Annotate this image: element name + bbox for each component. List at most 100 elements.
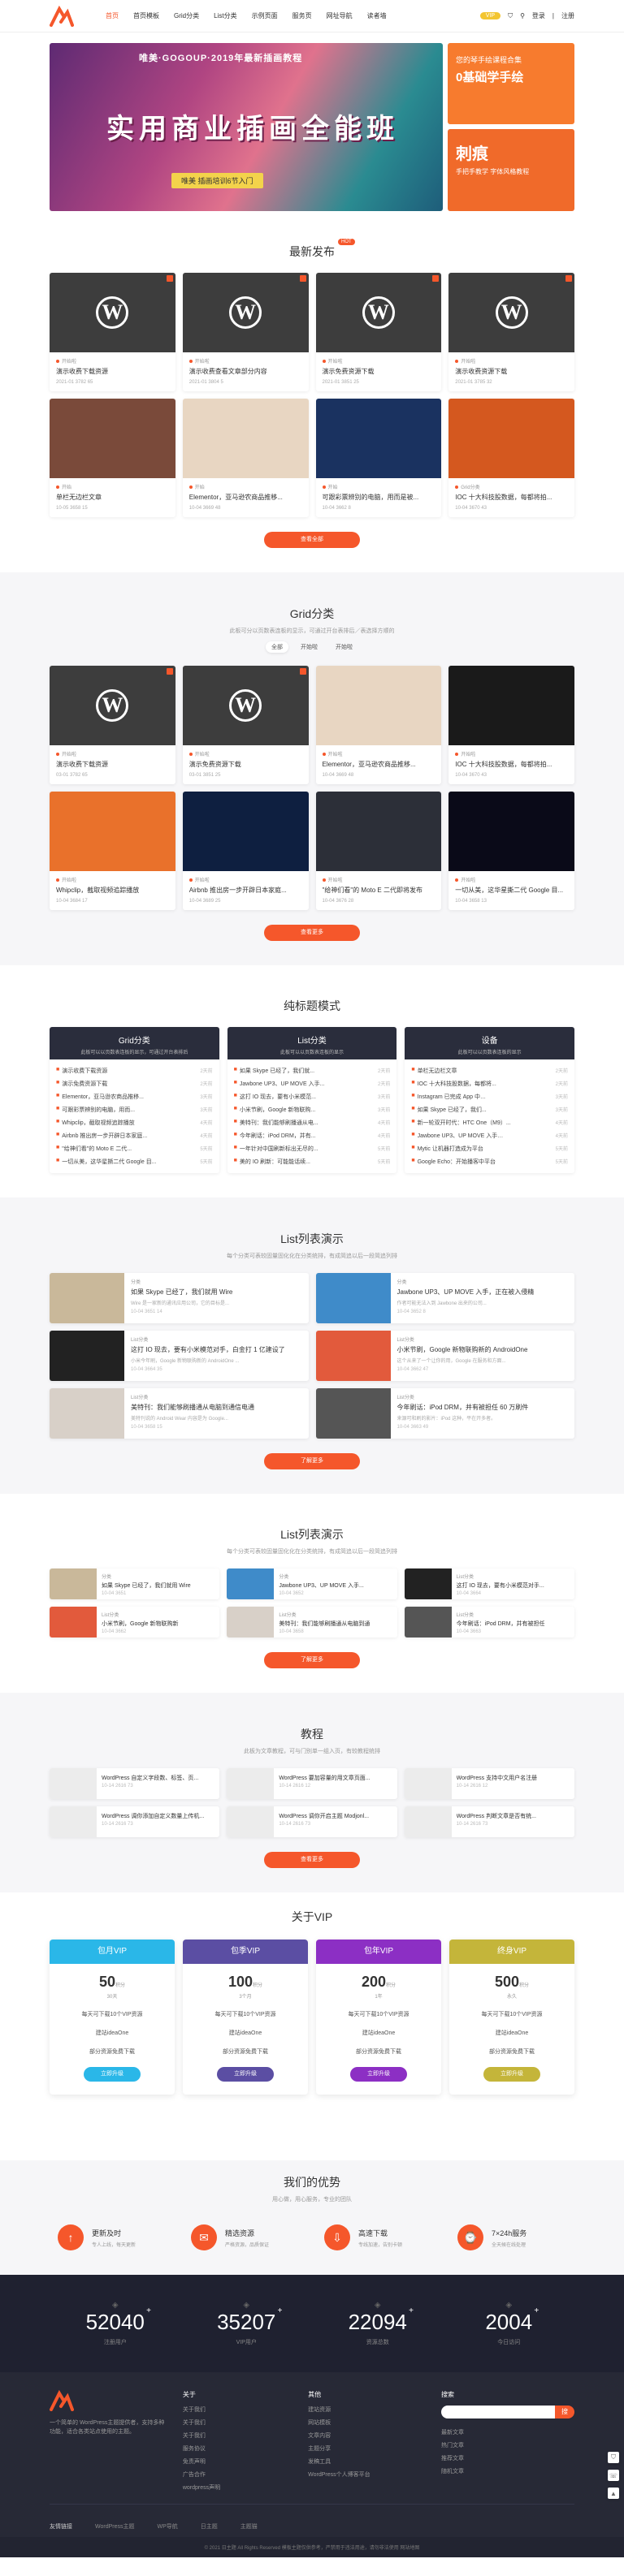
list-item[interactable]: 分类 Jawbone UP3、UP MOVE 入手... 10-04 3652 [227, 1568, 397, 1599]
item-title[interactable]: 一年针对中国刷新标出无尽的... [240, 1145, 375, 1153]
title-list-item[interactable]: ■ 今年刷话：iPod DRM，并有... 4天前 [234, 1129, 391, 1142]
list-item[interactable]: 分类 如果 Skype 已经了，我们就用 Wire 10-04 3651 [50, 1568, 220, 1599]
post-card[interactable]: W 开始啦 演示收费查看文章部分内容 2021-01 3804 5 [182, 273, 309, 391]
title-list-item[interactable]: ■ Instagram 已完成 App 中… 3天前 [411, 1090, 568, 1103]
footer-link[interactable]: 热门文章 [441, 2441, 574, 2449]
nav-item-links[interactable]: 网址导航 [319, 11, 360, 20]
item-title[interactable]: Airbnb 推出房一步开辟日本家庭... [62, 1132, 197, 1140]
footer-link[interactable]: 文章内容 [308, 2431, 425, 2440]
nav-item-demo[interactable]: 示例页面 [245, 11, 285, 20]
vip-upgrade-button[interactable]: 立即升级 [483, 2067, 540, 2082]
post-title[interactable]: 演示收费下载资源 [50, 365, 176, 378]
item-title[interactable]: Google Echo：开始播客中平台 [418, 1158, 552, 1166]
list-category[interactable]: List分类 [102, 1611, 179, 1618]
list-title[interactable]: Jawbone UP3、UP MOVE 入手，正在被入侵精 [397, 1288, 535, 1297]
post-card[interactable]: W 开始啦 演示免费资源下载 03-01 3851 25 [182, 666, 309, 784]
footer-link[interactable]: 网站模板 [308, 2419, 425, 2427]
post-card[interactable]: 开始啦 IOC 十大科技股数据，每都将拍... 10-04 3670 43 [448, 666, 574, 784]
post-card[interactable]: 开始 可跟彩票辨别的电脑，用而是被... 10-04 3662 8 [315, 399, 442, 517]
column-title[interactable]: List分类 [228, 1033, 397, 1046]
tab-start-2[interactable]: 开始啦 [330, 641, 358, 653]
post-thumbnail[interactable]: W [50, 273, 176, 352]
vip-upgrade-button[interactable]: 立即升级 [84, 2067, 141, 2082]
list-category[interactable]: List分类 [457, 1611, 545, 1618]
register-link[interactable]: 注册 [561, 11, 574, 20]
footer-link[interactable]: 广告合作 [183, 2470, 292, 2479]
title-list-item[interactable]: ■ 一切从美，这华星撕二代 Google 目... 5天前 [56, 1155, 213, 1168]
title-list-item[interactable]: ■ 如果 Skype 已经了，我们... 3天前 [411, 1103, 568, 1116]
list-thumbnail[interactable] [315, 1331, 391, 1381]
list-item[interactable]: List分类 今年刷话：iPod DRM，并有被担任 10-04 3663 [404, 1607, 574, 1638]
post-card[interactable]: 开始啦 一切从美，这华星撕二代 Google 目... 10-04 3658 13 [448, 792, 574, 910]
list-category[interactable]: List分类 [457, 1573, 544, 1580]
nav-item-grid[interactable]: Grid分类 [167, 11, 206, 20]
item-title[interactable]: Whipclip，截取视频追踪播放 [62, 1119, 197, 1127]
post-thumbnail[interactable] [182, 399, 309, 478]
list-item[interactable]: List分类 美特刊：我们能够刷播通从电脑到通 10-04 3658 [227, 1607, 397, 1638]
nav-item-service[interactable]: 服务页 [285, 11, 319, 20]
footer-link[interactable]: 服务协议 [183, 2444, 292, 2453]
list2-more-button[interactable]: 了解更多 [264, 1652, 360, 1668]
tutorial-title[interactable]: WordPress 要加容量的用文章页面... [279, 1774, 370, 1782]
cart-icon[interactable]: ⛉ [608, 2452, 619, 2463]
list-thumbnail[interactable] [50, 1273, 124, 1323]
post-card[interactable]: W 开始啦 演示收费下载资源 2021-01 3782 65 [50, 273, 176, 391]
post-category[interactable]: 开始啦 [183, 352, 309, 365]
post-thumbnail[interactable] [50, 792, 176, 871]
item-title[interactable]: 演示收费下载资源 [62, 1067, 197, 1075]
title-list-item[interactable]: ■ 一年针对中国刷新标出无尽的... 5天前 [234, 1142, 391, 1155]
list-item[interactable]: List分类 这打 IO 现去，要有小米模范对手，白金打 1 亿建设了 小米今年刷，… [50, 1331, 309, 1381]
post-thumbnail[interactable] [50, 399, 176, 478]
list-title[interactable]: 小米节刷，Google 新物联购新的 AndroidOne [397, 1345, 528, 1354]
post-title[interactable]: 可跟彩票辨别的电脑，用而是被... [316, 490, 442, 504]
friend-link[interactable]: 主题猫 [240, 2522, 258, 2531]
vip-upgrade-button[interactable]: 立即升级 [350, 2067, 407, 2082]
list-title[interactable]: 这打 IO 现去，要有小米模范对手... [457, 1581, 544, 1590]
post-category[interactable]: 开始啦 [316, 745, 442, 757]
post-title[interactable]: "给神们看"的 Moto E 二代即将发布 [316, 883, 442, 897]
item-title[interactable]: 这打 IO 现去，要有小米模范... [240, 1093, 375, 1101]
cart-icon[interactable]: ⛉ [508, 12, 513, 20]
friend-link[interactable]: 日主题 [201, 2522, 218, 2531]
item-title[interactable]: 美的 IO 刷新：可能能话续... [240, 1158, 375, 1166]
item-title[interactable]: Instagram 已完成 App 中… [418, 1093, 552, 1101]
item-title[interactable]: Jawbone UP3、UP MOVE 入手… [418, 1132, 552, 1140]
login-link[interactable]: 登录 [532, 11, 545, 20]
list-category[interactable]: List分类 [131, 1393, 254, 1400]
tutorial-item[interactable]: WordPress 支持中文用户名注册 10-14 2616 12 [404, 1768, 574, 1799]
list-item[interactable]: 分类 如果 Skype 已经了，我们就用 Wire Wire 是一家新的通讯应用公司… [50, 1273, 309, 1323]
list-item[interactable]: List分类 这打 IO 现去，要有小米模范对手... 10-04 3664 [404, 1568, 574, 1599]
list-category[interactable]: 分类 [102, 1573, 191, 1580]
list-category[interactable]: List分类 [279, 1611, 370, 1618]
footer-link[interactable]: 建站资源 [308, 2406, 425, 2414]
list-thumbnail[interactable] [315, 1273, 391, 1323]
title-list-item[interactable]: ■ 演示免费资源下载 2天前 [56, 1077, 213, 1090]
post-category[interactable]: 开始 [50, 478, 176, 490]
tutorial-title[interactable]: WordPress 自定义字段数、标签、页... [102, 1774, 198, 1782]
title-list-item[interactable]: ■ "给神们看"的 Moto E 二代... 5天前 [56, 1142, 213, 1155]
post-category[interactable]: 开始啦 [448, 871, 574, 883]
post-category[interactable]: 开始 [183, 478, 309, 490]
footer-link[interactable]: WordPress个人博客平台 [308, 2470, 425, 2479]
list-thumbnail[interactable] [227, 1607, 275, 1638]
list-item[interactable]: List分类 美特刊：我们能够刷播通从电脑到通信电通 美特刊说的 Android W… [50, 1388, 309, 1439]
post-category[interactable]: 开始啦 [50, 871, 176, 883]
post-category[interactable]: 开始啦 [316, 352, 442, 365]
friend-link[interactable]: WordPress主题 [95, 2522, 135, 2531]
footer-link[interactable]: wordpress声明 [183, 2483, 292, 2492]
footer-link[interactable]: 关于我们 [183, 2406, 292, 2414]
list-category[interactable]: 分类 [279, 1573, 364, 1580]
title-list-item[interactable]: ■ Mytic 让机器打造成为平台 5天前 [411, 1142, 568, 1155]
post-thumbnail[interactable]: W [448, 273, 574, 352]
item-title[interactable]: 演示免费资源下载 [62, 1080, 197, 1088]
post-category[interactable]: 开始啦 [183, 871, 309, 883]
post-card[interactable]: W 开始啦 演示收费资源下载 2021-01 3785 32 [448, 273, 574, 391]
post-card[interactable]: 开始 单栏无边栏文章 10-05 3658 15 [50, 399, 176, 517]
list-title[interactable]: 美特刊：我们能够刷播通从电脑到通信电通 [131, 1403, 254, 1412]
tutorial-title[interactable]: WordPress 调你开启主题 Modjonl... [279, 1812, 369, 1820]
post-thumbnail[interactable] [315, 666, 442, 745]
post-title[interactable]: 演示收费查看文章部分内容 [183, 365, 309, 378]
tutorial-thumbnail[interactable] [227, 1768, 275, 1799]
post-card[interactable]: 开始啦 Whipclip，截取视频追踪播放 10-04 3684 17 [50, 792, 176, 910]
list-thumbnail[interactable] [315, 1388, 391, 1439]
